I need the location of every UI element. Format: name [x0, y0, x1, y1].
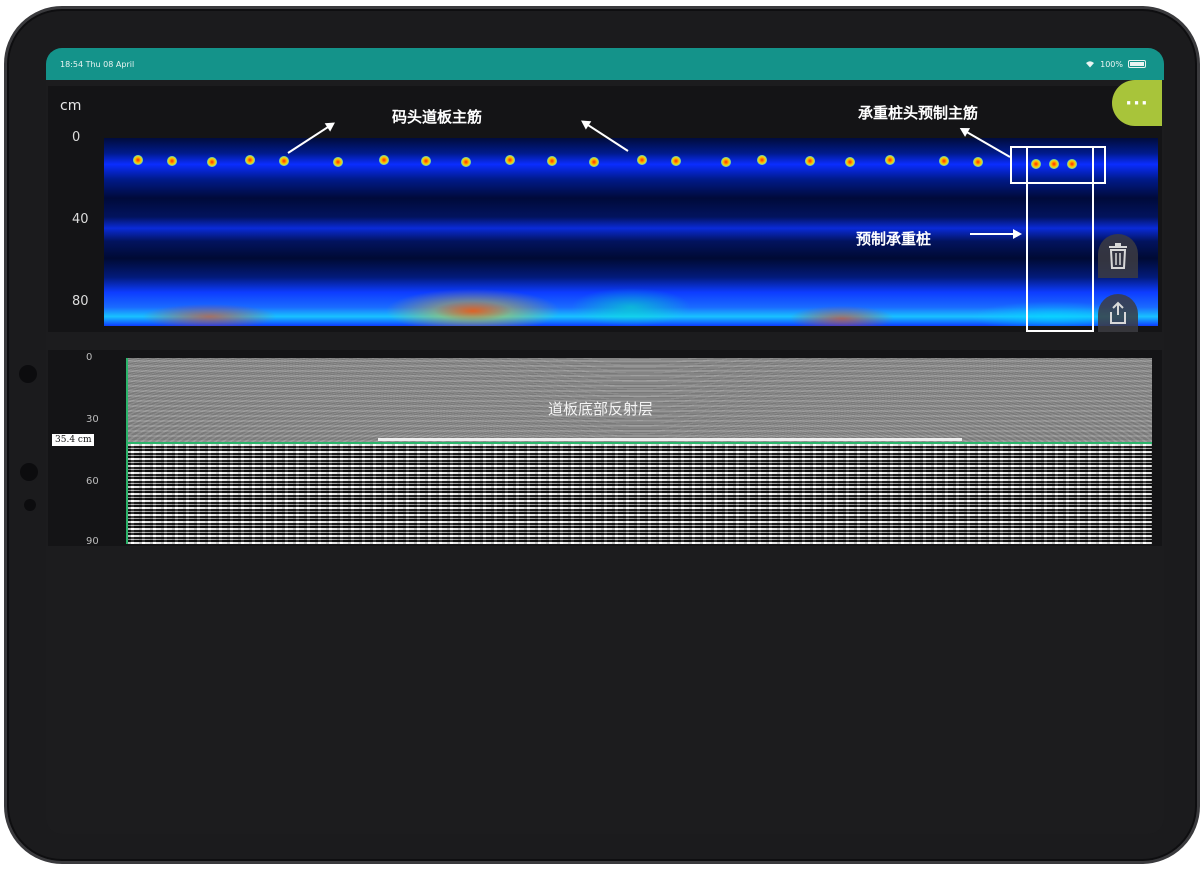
rebar-hotspot — [505, 155, 515, 165]
rebar-hotspot — [245, 155, 255, 165]
radar-y-tick-0: 0 — [86, 352, 93, 363]
y-tick-80: 80 — [72, 294, 89, 309]
rebar-hotspot — [671, 156, 681, 166]
rebar-hotspot — [207, 157, 217, 167]
rebar-hotspot — [167, 156, 177, 166]
annotation-precast-pile: 预制承重桩 — [856, 230, 932, 248]
y-tick-40: 40 — [72, 212, 89, 227]
rebar-hotspot — [461, 157, 471, 167]
rebar-hotspot — [547, 156, 557, 166]
battery-icon — [1128, 60, 1146, 68]
rebar-hotspot — [845, 157, 855, 167]
rebar-hotspot — [805, 156, 815, 166]
rebar-hotspot — [885, 155, 895, 165]
radar-y-tick-90: 90 — [86, 536, 99, 547]
app-screen: 18:54 Thu 08 April 100% cm 0 40 80 码头道板主… — [46, 48, 1164, 834]
side-sensor — [20, 463, 38, 481]
radar-y-tick-30: 30 — [86, 414, 99, 425]
radar-subgrade-layer — [128, 442, 1152, 544]
rebar-hotspot — [721, 157, 731, 167]
radargram-panel: 0 30 60 90 道板底部反射层 35.4 cm — [48, 350, 1162, 547]
side-sensor-small — [24, 499, 36, 511]
status-indicators: 100% — [1085, 60, 1146, 69]
rebar-hotspot — [589, 157, 599, 167]
status-time: 18:54 Thu 08 April — [60, 59, 135, 69]
rebar-hotspot — [973, 157, 983, 167]
rebar-hotspot — [379, 155, 389, 165]
share-button[interactable] — [1098, 294, 1138, 332]
battery-percent: 100% — [1100, 59, 1123, 69]
rebar-hotspot — [637, 155, 647, 165]
more-options-button[interactable]: ··· — [1112, 80, 1162, 126]
arrow-precast-pile — [970, 229, 1022, 239]
rebar-hotspot — [421, 156, 431, 166]
status-bar: 18:54 Thu 08 April 100% — [46, 48, 1164, 80]
radar-y-tick-60: 60 — [86, 476, 99, 487]
rebar-hotspot — [279, 156, 289, 166]
trash-icon — [1109, 243, 1127, 269]
rebar-hotspot — [757, 155, 767, 165]
depth-guide-line[interactable] — [128, 442, 1152, 444]
precast-pile-box — [1026, 146, 1094, 332]
annotation-reflection-layer: 道板底部反射层 — [548, 400, 654, 418]
wifi-icon — [1086, 61, 1095, 68]
camera-dot — [19, 365, 37, 383]
y-tick-0: 0 — [72, 130, 81, 145]
rebar-heatmap[interactable] — [104, 138, 1158, 326]
depth-marker-label[interactable]: 35.4 cm — [52, 434, 95, 446]
rebar-hotspot — [939, 156, 949, 166]
rebar-hotspot — [133, 155, 143, 165]
rebar-hotspot — [333, 157, 343, 167]
share-icon — [1110, 301, 1126, 324]
annotation-slab-rebar: 码头道板主筋 — [392, 108, 483, 126]
reflection-layer-line — [378, 438, 962, 441]
more-dots-icon: ··· — [1125, 92, 1149, 114]
radargram-view[interactable]: 道板底部反射层 — [126, 358, 1152, 544]
rebar-scan-panel: cm 0 40 80 码头道板主筋 承重桩头预制主筋 预制承重桩 — [48, 86, 1162, 332]
delete-button[interactable] — [1098, 234, 1138, 278]
annotation-pile-head-rebar: 承重桩头预制主筋 — [858, 104, 979, 122]
depth-unit-label: cm — [60, 98, 82, 114]
